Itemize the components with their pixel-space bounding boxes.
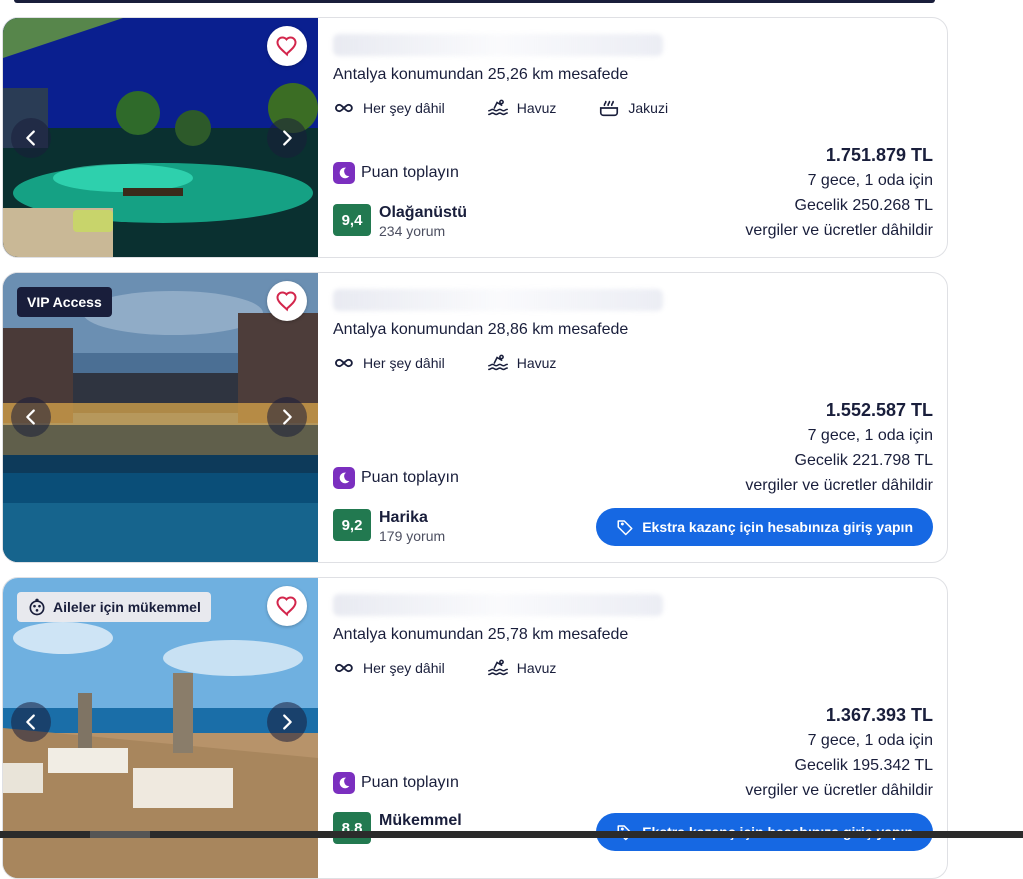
next-photo-button[interactable]: [267, 397, 307, 437]
heart-icon: [275, 594, 299, 618]
amenity-hot-tub: Jakuzi: [598, 98, 668, 118]
points-row: Puan toplayın: [333, 772, 459, 794]
price-block: 1.552.587 TL 7 gece, 1 oda için Gecelik …: [745, 398, 933, 498]
hotel-card[interactable]: Antalya konumundan 25,26 km mesafede Her…: [2, 17, 948, 258]
amenity-label: Her şey dâhil: [363, 355, 445, 371]
guest-rating: 9,2 Harika 179 yorum: [333, 509, 445, 545]
total-price: 1.552.587 TL: [825, 400, 933, 420]
rating-label: Harika: [379, 509, 428, 526]
amenity-all-inclusive: Her şey dâhil: [333, 98, 445, 118]
rating-label: Mükemmel: [379, 812, 462, 829]
rating-score: 8,8: [333, 812, 371, 844]
hotel-info: Antalya konumundan 28,86 km mesafede Her…: [333, 273, 947, 562]
review-count: 234 yorum: [379, 223, 446, 239]
family-friendly-badge: Aileler için mükemmel: [17, 592, 211, 622]
taskbar-strip: [0, 831, 1023, 838]
chevron-right-icon: [276, 711, 298, 733]
previous-photo-button[interactable]: [11, 397, 51, 437]
all-inclusive-icon: [333, 98, 355, 118]
rating-label: Olağanüstü: [379, 204, 468, 221]
amenities-list: Her şey dâhil Havuz: [333, 658, 556, 678]
tax-note: vergiler ve ücretler dâhildir: [745, 222, 933, 239]
scroll-thumb[interactable]: [90, 831, 150, 838]
sign-in-for-extra-button[interactable]: Ekstra kazanç için hesabınıza giriş yapı…: [596, 508, 933, 546]
chevron-left-icon: [20, 406, 42, 428]
amenity-label: Havuz: [516, 660, 557, 676]
points-row: Puan toplayın: [333, 467, 459, 489]
next-photo-button[interactable]: [267, 118, 307, 158]
amenity-all-inclusive: Her şey dâhil: [333, 658, 445, 678]
hotel-card[interactable]: VIP Access Antalya konumundan 28,86 km m…: [2, 272, 948, 563]
hotel-name-blurred[interactable]: [333, 594, 663, 616]
total-price: 1.367.393 TL: [825, 705, 933, 725]
chevron-right-icon: [276, 127, 298, 149]
heart-icon: [275, 289, 299, 313]
pool-icon: [487, 98, 509, 118]
tax-note: vergiler ve ücretler dâhildir: [745, 782, 933, 799]
points-label: Puan toplayın: [361, 774, 459, 791]
stay-details: 7 gece, 1 oda için: [807, 732, 933, 749]
badge-label: Aileler için mükemmel: [53, 599, 201, 615]
guest-rating: 8,8 Mükemmel: [333, 812, 462, 844]
favorite-button[interactable]: [267, 586, 307, 626]
distance-text: Antalya konumundan 25,78 km mesafede: [333, 626, 629, 643]
family-icon: [27, 597, 47, 617]
amenity-all-inclusive: Her şey dâhil: [333, 353, 445, 373]
hotel-name-blurred[interactable]: [333, 289, 663, 311]
amenity-pool: Havuz: [487, 353, 557, 373]
total-price: 1.751.879 TL: [825, 145, 933, 165]
hotel-photo[interactable]: [3, 18, 318, 257]
nightly-price: Gecelik 195.342 TL: [794, 757, 933, 774]
amenity-label: Her şey dâhil: [363, 660, 445, 676]
pool-icon: [487, 353, 509, 373]
stay-details: 7 gece, 1 oda için: [807, 427, 933, 444]
hotel-name-blurred[interactable]: [333, 34, 663, 56]
heart-icon: [275, 34, 299, 58]
hot-tub-icon: [598, 98, 620, 118]
vip-access-badge: VIP Access: [17, 287, 112, 317]
amenity-label: Her şey dâhil: [363, 100, 445, 116]
amenity-pool: Havuz: [487, 98, 557, 118]
favorite-button[interactable]: [267, 281, 307, 321]
guest-rating: 9,4 Olağanüstü 234 yorum: [333, 204, 467, 240]
favorite-button[interactable]: [267, 26, 307, 66]
points-label: Puan toplayın: [361, 469, 459, 486]
next-photo-button[interactable]: [267, 702, 307, 742]
previous-photo-button[interactable]: [11, 118, 51, 158]
rewards-moon-icon: [333, 772, 355, 794]
sign-in-label: Ekstra kazanç için hesabınıza giriş yapı…: [642, 519, 913, 535]
rewards-moon-icon: [333, 162, 355, 184]
hotel-photo[interactable]: VIP Access: [3, 273, 318, 562]
points-label: Puan toplayın: [361, 164, 459, 181]
rating-score: 9,4: [333, 204, 371, 236]
amenities-list: Her şey dâhil Havuz: [333, 353, 556, 373]
amenities-list: Her şey dâhil Havuz Jakuzi: [333, 98, 668, 118]
all-inclusive-icon: [333, 353, 355, 373]
points-row: Puan toplayın: [333, 162, 459, 184]
amenity-label: Havuz: [516, 100, 557, 116]
distance-text: Antalya konumundan 28,86 km mesafede: [333, 321, 629, 338]
chevron-left-icon: [20, 711, 42, 733]
amenity-pool: Havuz: [487, 658, 557, 678]
amenity-label: Havuz: [516, 355, 557, 371]
distance-text: Antalya konumundan 25,26 km mesafede: [333, 66, 629, 83]
hotel-info: Antalya konumundan 25,26 km mesafede Her…: [333, 18, 947, 257]
rewards-moon-icon: [333, 467, 355, 489]
pool-icon: [487, 658, 509, 678]
chevron-right-icon: [276, 406, 298, 428]
price-block: 1.367.393 TL 7 gece, 1 oda için Gecelik …: [745, 703, 933, 803]
tag-icon: [616, 518, 634, 536]
amenity-label: Jakuzi: [628, 100, 669, 116]
top-divider: [14, 0, 935, 3]
chevron-left-icon: [20, 127, 42, 149]
all-inclusive-icon: [333, 658, 355, 678]
review-count: 179 yorum: [379, 528, 446, 544]
stay-details: 7 gece, 1 oda için: [807, 172, 933, 189]
price-block: 1.751.879 TL 7 gece, 1 oda için Gecelik …: [745, 143, 933, 243]
rating-score: 9,2: [333, 509, 371, 541]
previous-photo-button[interactable]: [11, 702, 51, 742]
tax-note: vergiler ve ücretler dâhildir: [745, 477, 933, 494]
nightly-price: Gecelik 250.268 TL: [794, 197, 933, 214]
nightly-price: Gecelik 221.798 TL: [794, 452, 933, 469]
